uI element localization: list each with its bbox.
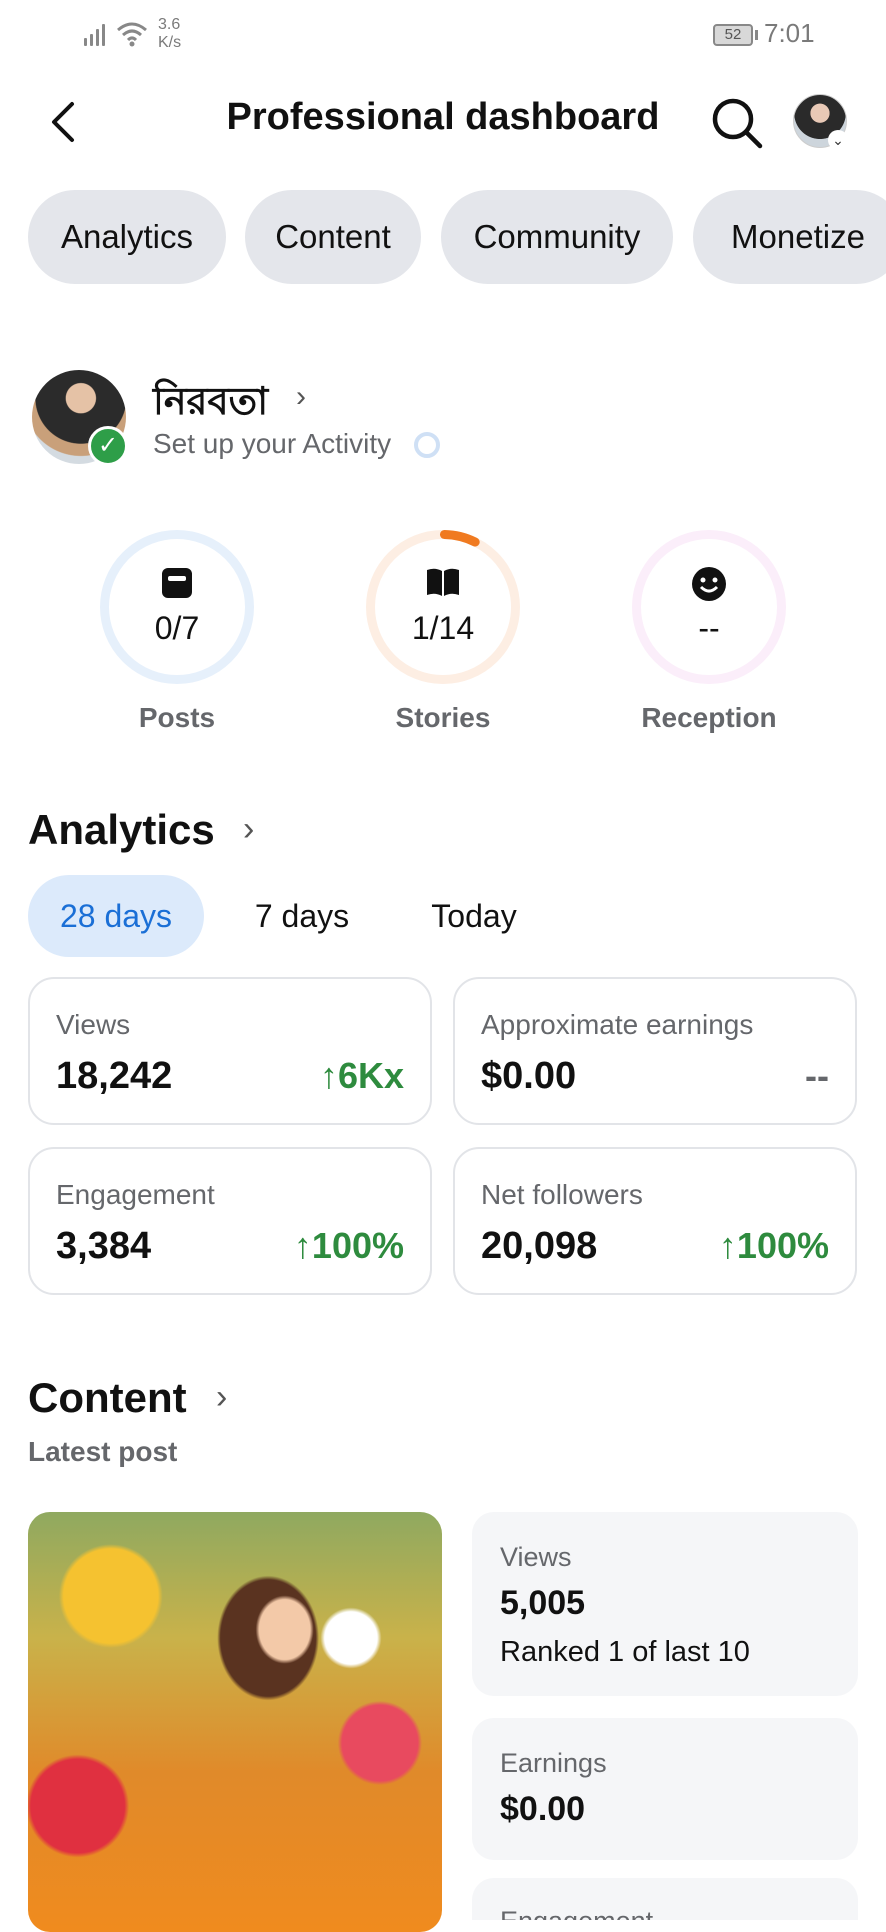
arrow-up-icon: ↑ xyxy=(293,1225,312,1266)
engagement-card[interactable]: Engagement 3,384 ↑100% xyxy=(28,1147,432,1295)
post-icon xyxy=(100,566,254,605)
views-card[interactable]: Views 18,242 ↑6Kx xyxy=(28,977,432,1125)
profile-subtitle[interactable]: Set up your Activity xyxy=(153,428,391,460)
card-label: Views xyxy=(56,1009,131,1040)
stories-value: 1/14 xyxy=(411,610,475,646)
period-7-days[interactable]: 7 days xyxy=(222,875,382,957)
stat-label: Engagement xyxy=(500,1906,653,1920)
network-speed: 3.6 K/s xyxy=(158,16,181,52)
stat-note: Ranked 1 of last 10 xyxy=(500,1636,750,1668)
arrow-up-icon: ↑ xyxy=(319,1055,338,1096)
stat-label: Views xyxy=(500,1542,572,1572)
posts-ring[interactable] xyxy=(100,530,254,684)
net-followers-card[interactable]: Net followers 20,098 ↑100% xyxy=(453,1147,857,1295)
analytics-title[interactable]: Analytics xyxy=(28,806,215,854)
activity-progress-icon xyxy=(414,432,440,458)
network-speed-value: 3.6 xyxy=(158,16,181,33)
network-speed-unit: K/s xyxy=(158,34,182,51)
chevron-down-icon[interactable]: ⌄ xyxy=(828,130,848,150)
card-value: $0.00 xyxy=(481,1055,577,1097)
arrow-up-icon: ↑ xyxy=(718,1225,737,1266)
period-today[interactable]: Today xyxy=(400,875,548,957)
stories-ring[interactable] xyxy=(366,530,520,684)
card-value: 3,384 xyxy=(56,1225,152,1267)
period-28-days[interactable]: 28 days xyxy=(28,875,204,957)
tab-analytics[interactable]: Analytics xyxy=(28,190,226,284)
chevron-right-icon[interactable]: › xyxy=(216,1378,227,1417)
smiley-icon xyxy=(632,566,786,607)
signal-icon xyxy=(84,22,110,46)
verified-check-icon: ✓ xyxy=(88,426,128,466)
stat-label: Earnings xyxy=(500,1748,607,1778)
battery-icon: 52 xyxy=(713,24,753,46)
card-change: ↑100% xyxy=(718,1225,829,1266)
card-label: Net followers xyxy=(481,1179,643,1210)
card-value: 20,098 xyxy=(481,1225,598,1267)
latest-post-thumbnail[interactable] xyxy=(28,1512,442,1932)
stat-value: $0.00 xyxy=(500,1790,586,1828)
earnings-card[interactable]: Approximate earnings $0.00 -- xyxy=(453,977,857,1125)
card-label: Engagement xyxy=(56,1179,215,1210)
reception-ring[interactable] xyxy=(632,530,786,684)
tab-community[interactable]: Community xyxy=(441,190,673,284)
status-bar: 3.6 K/s 52 7:01 xyxy=(0,0,886,70)
card-value: 18,242 xyxy=(56,1055,173,1097)
card-change: -- xyxy=(805,1055,829,1096)
stories-label: Stories xyxy=(395,702,491,733)
reception-value: -- xyxy=(698,610,720,646)
latest-views-stat[interactable]: Views 5,005 Ranked 1 of last 10 xyxy=(472,1512,858,1696)
stat-value: 5,005 xyxy=(500,1584,586,1622)
clock: 7:01 xyxy=(764,18,815,48)
battery-tip xyxy=(755,30,758,40)
posts-value: 0/7 xyxy=(154,610,200,646)
reception-label: Reception xyxy=(641,702,777,733)
latest-earnings-stat[interactable]: Earnings $0.00 xyxy=(472,1718,858,1860)
wifi-icon xyxy=(117,22,147,47)
latest-post-label: Latest post xyxy=(28,1436,178,1467)
card-change: ↑6Kx xyxy=(319,1055,404,1096)
search-icon[interactable] xyxy=(710,96,764,150)
tab-content[interactable]: Content xyxy=(245,190,421,284)
profile-name[interactable]: নিরবতা xyxy=(153,372,268,436)
card-change: ↑100% xyxy=(293,1225,404,1266)
tab-monetize[interactable]: Monetize xyxy=(693,190,886,284)
content-title[interactable]: Content xyxy=(28,1374,187,1422)
book-icon xyxy=(366,566,520,603)
chevron-right-icon[interactable]: › xyxy=(243,810,254,849)
card-label: Approximate earnings xyxy=(481,1009,754,1040)
latest-engagement-stat[interactable]: Engagement xyxy=(472,1878,858,1920)
posts-label: Posts xyxy=(138,702,216,733)
chevron-right-icon[interactable]: › xyxy=(296,380,306,414)
